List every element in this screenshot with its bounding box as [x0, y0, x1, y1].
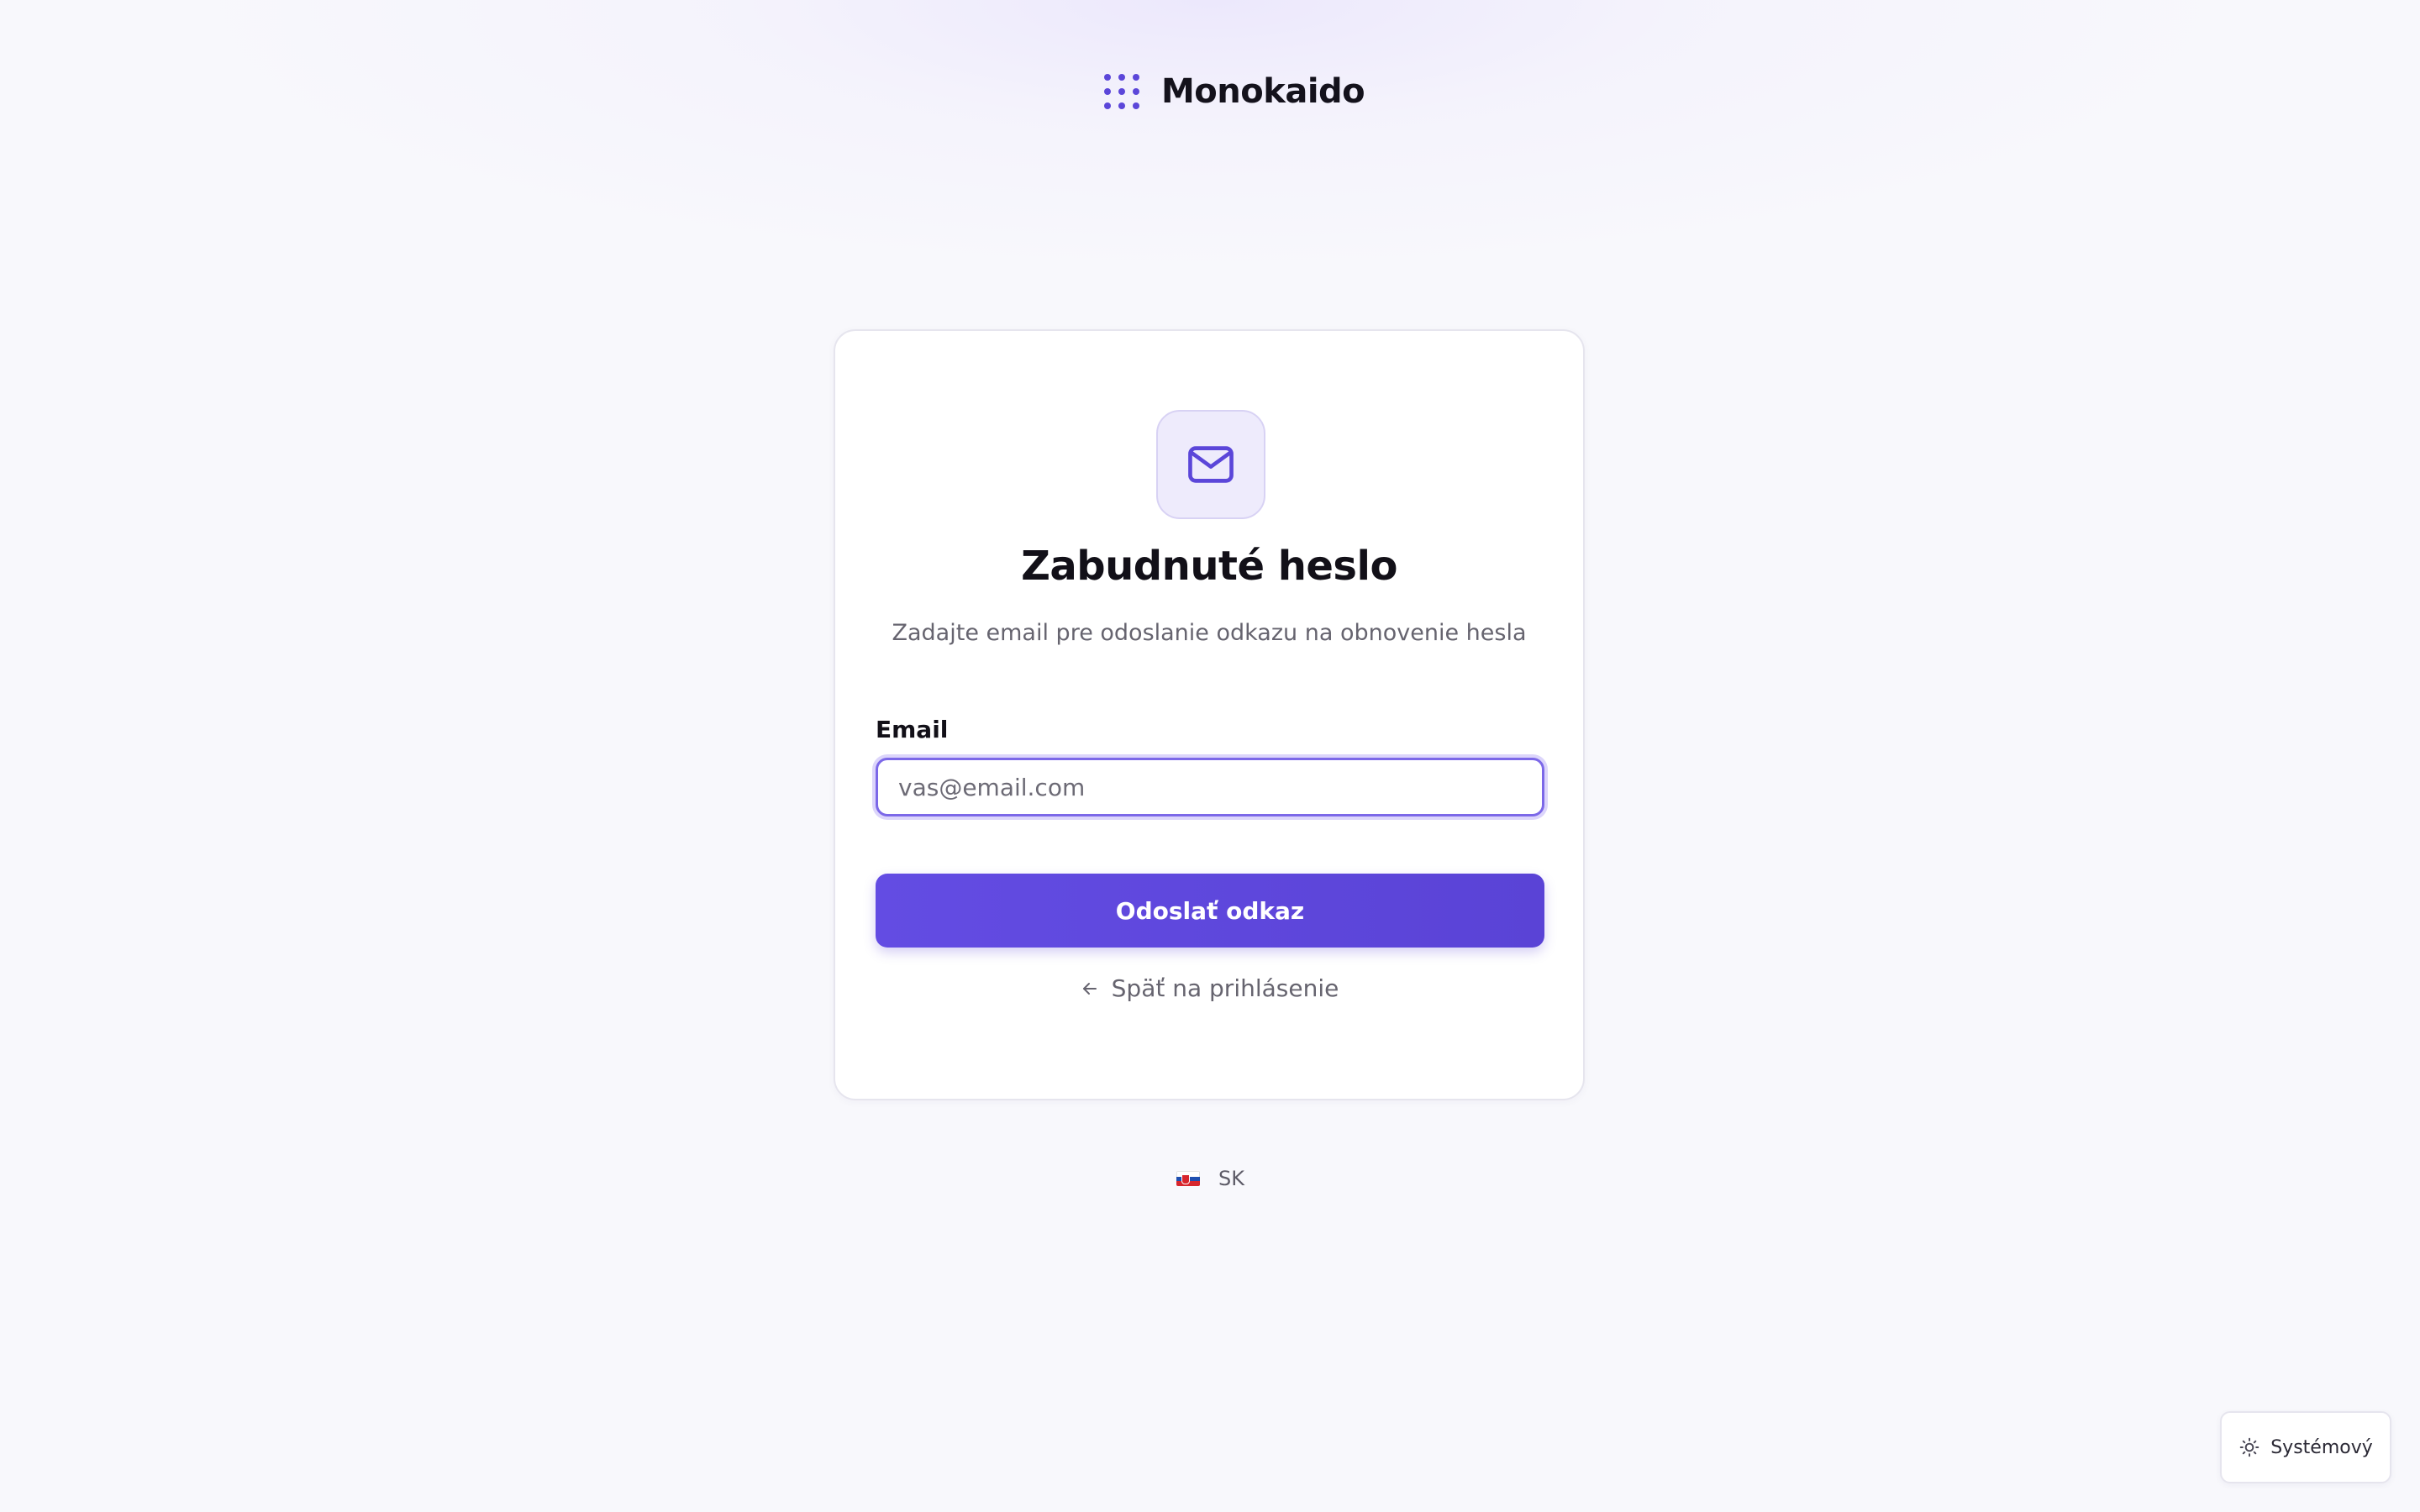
email-label: Email — [876, 716, 949, 743]
page-title: Zabudnuté heslo — [1021, 543, 1397, 590]
dot-grid-icon — [1104, 74, 1139, 109]
slovakia-flag-icon — [1176, 1171, 1200, 1186]
back-to-login-link[interactable]: Späť na prihlásenie — [835, 974, 1583, 1002]
page-subtitle: Zadajte email pre odoslanie odkazu na ob… — [892, 620, 1527, 646]
mail-icon-tile — [1156, 410, 1265, 519]
send-link-button[interactable]: Odoslať odkaz — [876, 874, 1544, 948]
back-to-login-label: Späť na prihlásenie — [1111, 974, 1339, 1002]
email-field[interactable] — [876, 758, 1544, 816]
theme-label: Systémový — [2270, 1436, 2373, 1458]
mail-icon — [1188, 446, 1234, 483]
theme-toggle-button[interactable]: Systémový — [2220, 1411, 2391, 1483]
language-code: SK — [1218, 1167, 1244, 1190]
sun-icon — [2238, 1436, 2260, 1458]
language-selector[interactable]: SK — [1176, 1164, 1244, 1193]
brand-logo[interactable]: Monokaido — [1104, 71, 1365, 113]
brand-name: Monokaido — [1161, 72, 1365, 111]
forgot-password-card: Zabudnuté heslo Zadajte email pre odosla… — [834, 329, 1585, 1100]
arrow-left-icon — [1080, 979, 1100, 999]
